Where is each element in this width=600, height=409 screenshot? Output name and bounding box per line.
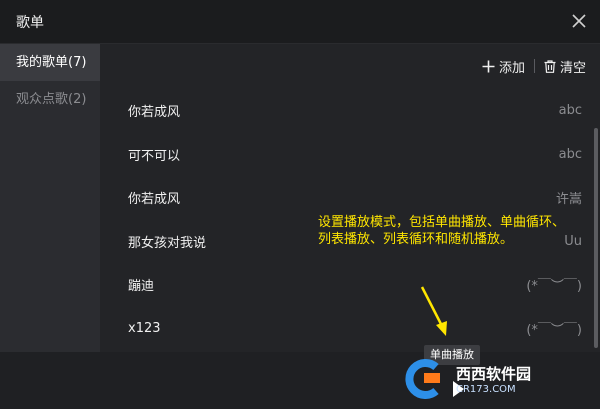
song-artist: 许嵩 [555,192,582,208]
toolbar-divider [533,59,535,73]
toolbar: 添加 清空 [482,44,586,88]
song-row[interactable]: 可不可以 abc [100,133,594,177]
main-panel: 添加 清空 你若成风 abc 可不可以 abc 你若成风 许嵩 那女孩对我说 U… [100,44,600,352]
song-artist: (*￣︶￣) [526,322,582,338]
song-title: 你若成风 [128,105,181,121]
song-artist: abc [558,103,582,119]
watermark-url: CR173.COM [456,384,516,395]
song-row[interactable]: 蹦迪 (*￣︶￣) [100,263,594,307]
watermark-logo-icon [405,359,440,399]
clear-button[interactable]: 清空 [544,57,586,76]
song-row[interactable]: 你若成风 abc [100,89,594,133]
close-icon [572,14,586,28]
trash-icon [544,59,556,73]
annotation-arrow-icon [420,286,447,336]
add-button[interactable]: 添加 [482,57,525,76]
song-title: 蹦迪 [128,279,155,295]
scrollbar[interactable] [594,128,598,348]
annotation-line: 设置播放模式，包括单曲播放、单曲循环、 [318,215,566,230]
annotation-line: 列表播放、列表循环和随机播放。 [318,232,514,247]
window-title: 歌单 [16,14,44,31]
watermark-logo-text: 西西软件园 [456,365,532,383]
song-title: x123 [128,320,161,336]
watermark: 西西软件园 CR173.COM [402,356,592,402]
song-row[interactable]: 你若成风 许嵩 [100,176,594,220]
song-artist: abc [558,146,582,162]
sidebar: 我的歌单(7) 观众点歌(2) [0,44,100,352]
sidebar-item-my-playlist[interactable]: 我的歌单(7) [0,44,100,81]
song-title: 可不可以 [128,148,181,164]
song-title: 你若成风 [128,192,181,208]
clear-label: 清空 [559,60,586,76]
playlist-window: 歌单 我的歌单(7) 观众点歌(2) 添加 清空 你若成风 abc 可不可以 a… [0,0,600,409]
add-label: 添加 [498,60,525,76]
song-row[interactable]: x123 (*￣︶￣) [100,307,594,351]
sidebar-item-label: 我的歌单(7) [16,55,87,70]
sidebar-item-label: 观众点歌(2) [16,92,87,107]
song-title: 那女孩对我说 [128,235,207,251]
close-button[interactable] [568,10,590,32]
annotation-text: 设置播放模式，包括单曲播放、单曲循环、 列表播放、列表循环和随机播放。 [318,214,590,248]
song-artist: (*￣︶￣) [526,279,582,295]
plus-icon [482,60,495,72]
sidebar-item-audience-requests[interactable]: 观众点歌(2) [0,81,100,118]
title-bar: 歌单 [0,0,600,44]
